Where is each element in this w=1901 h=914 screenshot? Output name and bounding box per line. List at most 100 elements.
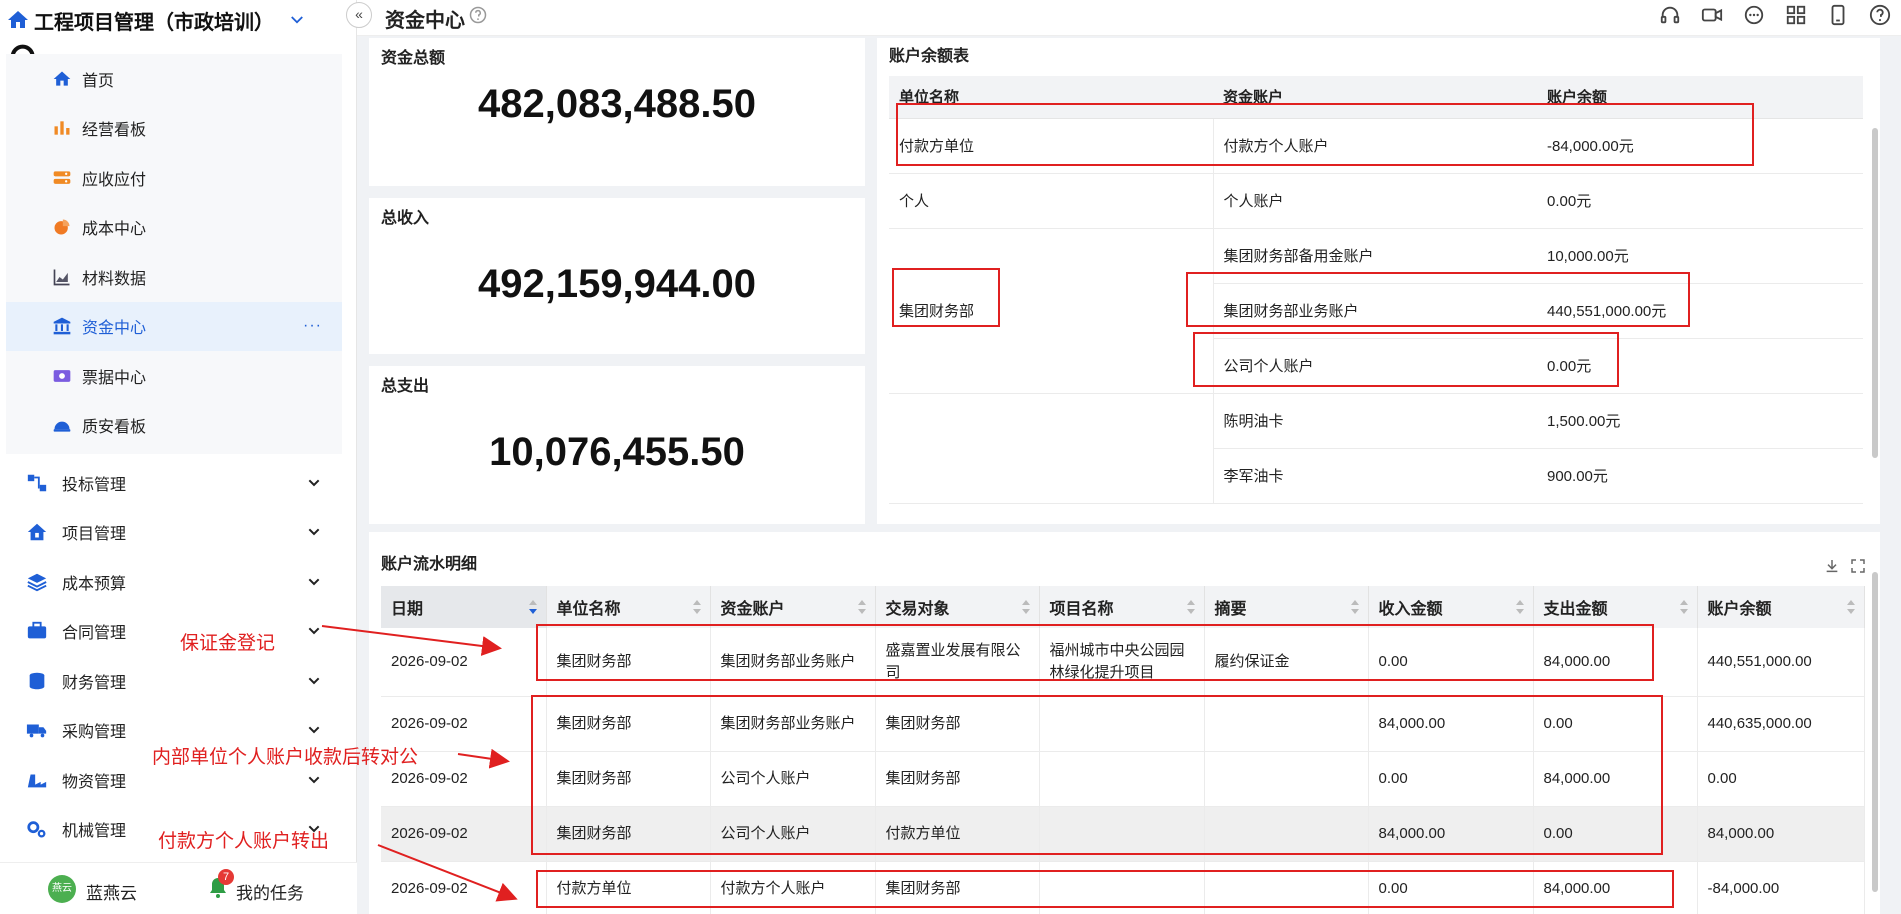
sidebar-group-label: 项目管理 [62,526,127,543]
cell-balance: 0.00元 [1537,173,1863,229]
sort-icon[interactable] [692,599,702,615]
sort-desc-icon[interactable] [528,599,538,615]
balance-scrollbar[interactable] [1872,128,1878,458]
total-funds-card: 资金总额 482,083,488.50 [369,38,865,186]
sidebar-item-label: 材料数据 [82,270,147,288]
mobile-icon[interactable] [1827,4,1849,26]
col-expense[interactable]: 支出金额 [1533,586,1698,628]
highlight-box-payer-flow-row [536,870,1674,908]
col-project-name[interactable]: 项目名称 [1039,586,1205,628]
sidebar-group-label: 投标管理 [62,477,127,494]
sidebar-item-home[interactable]: 首页 [6,54,342,104]
annotation-deposit: 保证金登记 [180,633,276,654]
sidebar-group-contract[interactable]: 合同管理 [0,611,340,651]
chevron-down-icon [308,776,320,784]
sidebar-group-label: 成本预算 [62,576,127,593]
sidebar-item-fund-center[interactable]: 资金中心 ··· [6,301,342,351]
collapse-sidebar-button[interactable]: « [346,2,372,28]
sort-icon[interactable] [857,599,867,615]
bar-chart-icon [54,121,70,135]
annotation-internal-transfer: 内部单位个人账户收款后转对公 [152,747,419,768]
cell-balance: 0.00 [1697,751,1865,807]
sidebar-item-business-board[interactable]: 经营看板 [6,104,342,154]
cell-balance: -84,000.00 [1697,861,1865,914]
sidebar-group-label: 合同管理 [62,625,127,642]
total-income-value: 492,159,944.00 [477,262,757,306]
highlight-box-business-account [1186,272,1690,327]
chevron-down-icon [308,627,320,635]
highlight-box-group-finance [892,268,1000,327]
sort-icon[interactable] [1186,599,1196,615]
total-funds-label: 资金总额 [381,50,446,67]
sidebar-group-finance[interactable]: 财务管理 [0,661,340,701]
sidebar-item-label: 应收应付 [82,171,147,189]
grid-icon[interactable] [1785,4,1807,26]
flow-scrollbar[interactable] [1872,572,1878,892]
sidebar-group-label: 机械管理 [62,823,127,840]
col-fund-account[interactable]: 资金账户 [710,586,876,628]
headset-icon[interactable] [1659,4,1681,26]
sidebar-item-material-data[interactable]: 材料数据 [6,252,342,302]
sidebar-footer: 燕云 蓝燕云 7 我的任务 [0,862,357,914]
balance-table-title: 账户余额表 [889,48,970,65]
header-label: 单位名称 [556,601,621,618]
col-date[interactable]: 日期 [381,586,547,628]
user-name[interactable]: 蓝燕云 [86,879,137,904]
chevron-down-icon [308,726,320,734]
annotation-payer-transfer: 付款方个人账户转出 [158,831,330,852]
sidebar-item-bill-center[interactable]: 票据中心 [6,351,342,401]
cell-account: 李军油卡 [1213,448,1537,504]
flow-table-title: 账户流水明细 [381,556,478,573]
sidebar-group-project[interactable]: 项目管理 [0,512,340,552]
help-icon[interactable] [469,6,487,24]
app-switcher[interactable]: 工程项目管理（市政培训） [0,0,356,40]
sidebar-item-safety-board[interactable]: 质安看板 [6,401,342,451]
sidebar-item-cost-center[interactable]: 成本中心 [6,203,342,253]
sort-icon[interactable] [1350,599,1360,615]
download-icon[interactable] [1824,558,1840,574]
sidebar-item-receivables[interactable]: 应收应付 [6,153,342,203]
table-row: 陈明油卡 1,500.00元 [889,393,1863,504]
col-unit-name[interactable]: 单位名称 [546,586,711,628]
col-income[interactable]: 收入金额 [1368,586,1534,628]
table-row: 个人 个人账户 0.00元 [889,173,1863,229]
chat-icon[interactable] [1743,4,1765,26]
ledger-icon [53,171,71,184]
sidebar-group-bidding[interactable]: 投标管理 [0,463,340,503]
sidebar-item-label: 质安看板 [82,419,147,437]
sidebar-group-label: 财务管理 [62,675,127,692]
fullscreen-icon[interactable] [1850,558,1866,574]
my-tasks-link[interactable]: 我的任务 [236,879,304,904]
cell-account: 陈明油卡 [1213,393,1537,449]
col-counterparty[interactable]: 交易对象 [875,586,1040,628]
coins-icon [29,672,45,690]
sort-icon[interactable] [1021,599,1031,615]
truck-icon [26,724,47,738]
total-funds-value: 482,083,488.50 [477,82,757,126]
video-icon[interactable] [1701,4,1723,26]
cell-balance: 440,635,000.00 [1697,696,1865,752]
col-balance[interactable]: 账户余额 [1697,586,1865,628]
chevron-down-icon [308,528,320,536]
sidebar-group-budget[interactable]: 成本预算 [0,562,340,602]
budget-icon [27,573,47,592]
highlight-box-internal-rows [531,695,1663,855]
help-icon[interactable] [1869,4,1891,26]
sort-icon[interactable] [1515,599,1525,615]
chevron-down-icon[interactable] [288,11,306,29]
more-icon[interactable]: ··· [303,317,322,335]
bank-icon [53,317,71,335]
col-summary[interactable]: 摘要 [1204,586,1369,628]
sort-icon[interactable] [1846,599,1856,615]
cell-balance: 440,551,000.00 [1697,628,1865,697]
topbar-tools [1659,4,1891,26]
cell-date: 2026-09-02 [381,806,547,862]
house-icon [27,523,47,541]
chevron-down-icon [308,677,320,685]
sidebar-item-label: 成本中心 [82,221,147,239]
header-label: 项目名称 [1049,601,1114,618]
home-icon [53,71,71,86]
pie-chart-icon [54,219,70,235]
avatar[interactable]: 燕云 [48,875,76,903]
sort-icon[interactable] [1679,599,1689,615]
